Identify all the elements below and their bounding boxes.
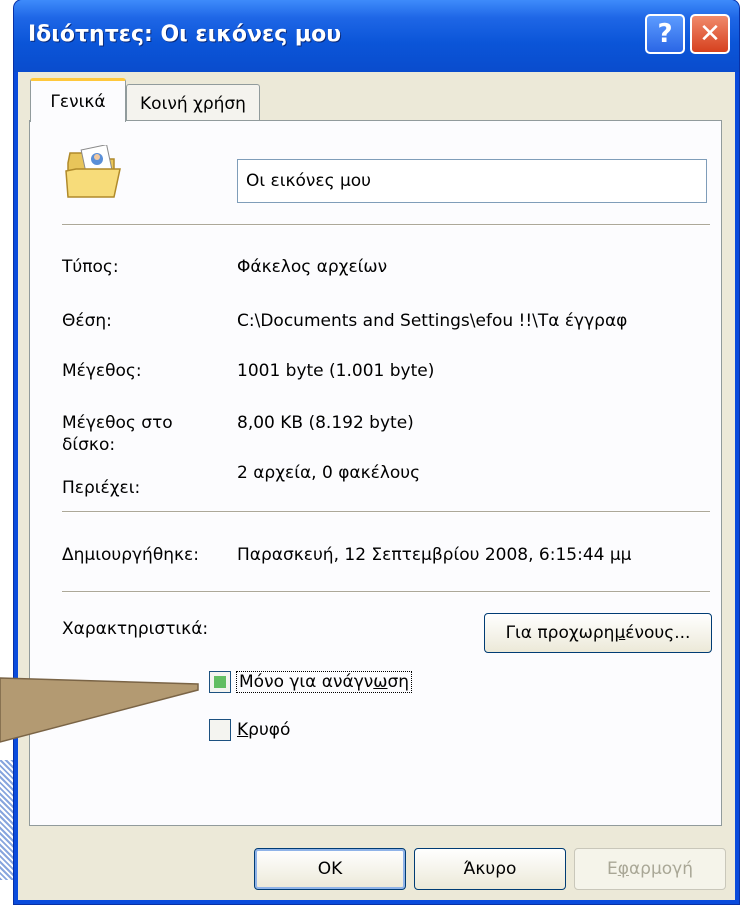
separator — [62, 224, 710, 226]
dialog-body: Γενικά Κοινή χρήση Οι εικόνες μου Τύπος:… — [18, 72, 735, 900]
ok-button[interactable]: OK — [254, 848, 406, 890]
tab-sharing[interactable]: Κοινή χρήση — [126, 84, 260, 122]
size-on-disk-label: Μέγεθος στο — [62, 413, 173, 433]
title-bar[interactable]: Ιδιότητες: Οι εικόνες μου ? ✕ — [14, 0, 739, 72]
tab-general-label: Γενικά — [50, 91, 106, 112]
contains-label: Περιέχει: — [62, 478, 141, 498]
cancel-label: Άκυρο — [463, 859, 517, 879]
size-value: 1001 byte (1.001 byte) — [237, 361, 435, 381]
cancel-button[interactable]: Άκυρο — [414, 848, 566, 890]
size-on-disk-label-line2: δίσκο: — [62, 435, 116, 455]
attributes-label: Χαρακτηριστικά: — [62, 619, 209, 639]
created-value: Παρασκευή, 12 Σεπτεμβρίου 2008, 6:15:44 … — [237, 545, 632, 565]
readonly-checkbox[interactable] — [209, 671, 231, 693]
type-label: Τύπος: — [62, 257, 119, 277]
readonly-checkbox-row[interactable]: Μόνο για ανάγνωση — [209, 671, 413, 693]
folder-name-value: Οι εικόνες μου — [246, 171, 372, 191]
close-button[interactable]: ✕ — [690, 14, 730, 54]
window-title: Ιδιότητες: Οι εικόνες μου — [28, 22, 342, 47]
apply-button[interactable]: Εφαρμογή — [574, 848, 726, 890]
background-pattern — [0, 760, 14, 880]
location-label: Θέση: — [62, 311, 112, 331]
help-icon: ? — [657, 19, 673, 49]
indeterminate-fill — [214, 676, 226, 688]
type-value: Φάκελος αρχείων — [237, 257, 388, 277]
hidden-checkbox[interactable] — [209, 719, 231, 741]
help-button[interactable]: ? — [645, 14, 685, 54]
folder-name-input[interactable]: Οι εικόνες μου — [237, 159, 707, 203]
size-label: Μέγεθος: — [62, 361, 142, 381]
close-icon: ✕ — [699, 19, 721, 49]
my-pictures-folder-icon — [65, 145, 121, 198]
tab-sharing-label: Κοινή χρήση — [140, 93, 246, 114]
size-on-disk-value: 8,00 KB (8.192 byte) — [237, 413, 414, 433]
apply-label: Εφαρμογή — [606, 859, 694, 879]
ok-label: OK — [317, 859, 343, 879]
contains-value: 2 αρχεία, 0 φακέλους — [237, 463, 421, 483]
location-value: C:\Documents and Settings\efou !!\Τα έγγ… — [237, 311, 628, 331]
hidden-label: Κρυφό — [237, 720, 291, 740]
separator — [62, 591, 710, 593]
advanced-button[interactable]: Για προχωρημένους... — [484, 613, 712, 653]
properties-dialog: Ιδιότητες: Οι εικόνες μου ? ✕ Γενικά Κοι… — [14, 0, 739, 904]
readonly-label: Μόνο για ανάγνωση — [235, 671, 413, 693]
advanced-button-label: Για προχωρημένους... — [505, 623, 691, 643]
created-label: Δημιουργήθηκε: — [62, 545, 199, 565]
tab-general[interactable]: Γενικά — [30, 78, 126, 122]
hidden-checkbox-row[interactable]: Κρυφό — [209, 719, 290, 741]
separator — [62, 511, 710, 513]
callout-pointer — [0, 677, 199, 743]
